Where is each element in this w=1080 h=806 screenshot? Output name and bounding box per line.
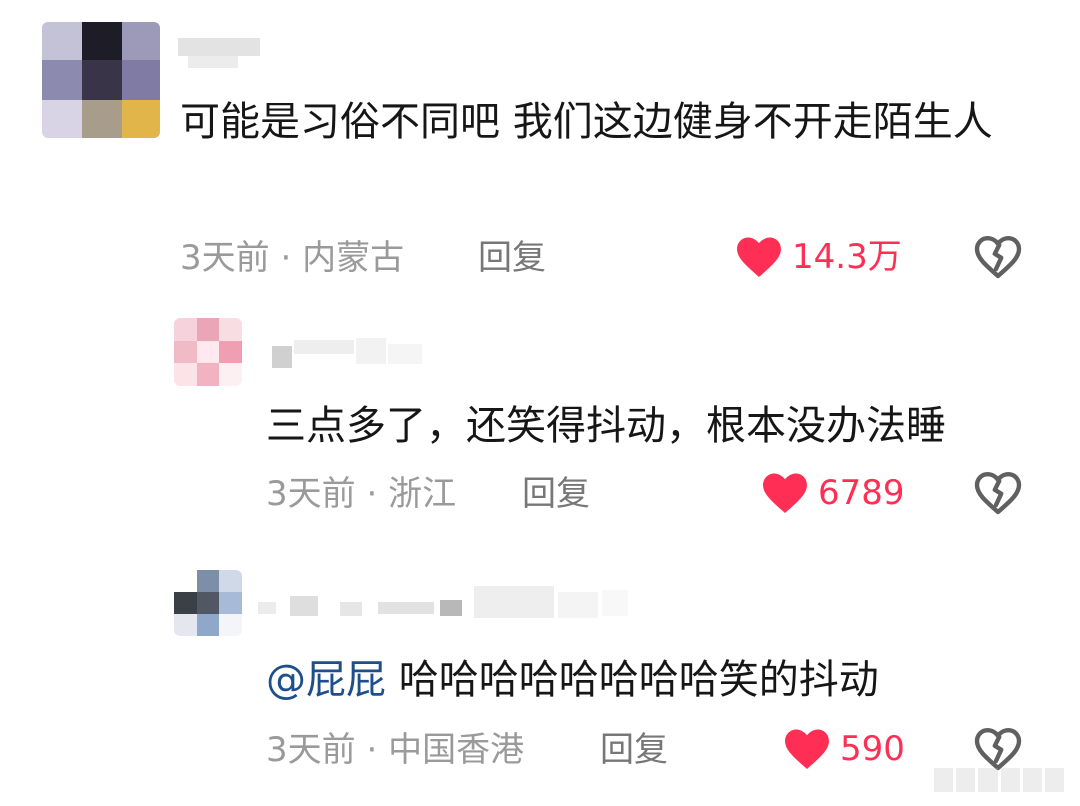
comment-body: 哈哈哈哈哈哈哈哈笑的抖动: [398, 657, 879, 703]
reply-button[interactable]: 回复: [600, 730, 668, 770]
reply-button[interactable]: 回复: [522, 474, 590, 514]
dislike-button[interactable]: [974, 470, 1022, 520]
comment-location: 中国香港: [388, 730, 525, 770]
like-count: 590: [840, 729, 905, 769]
broken-heart-icon: [974, 472, 1022, 515]
comment-text: 可能是习俗不同吧 我们这边健身不开走陌生人: [180, 99, 993, 145]
user-avatar[interactable]: [42, 22, 160, 138]
comment-meta: 3天前 · 浙江: [266, 474, 456, 514]
like-button[interactable]: 6789: [762, 472, 905, 514]
broken-heart-icon: [974, 728, 1022, 771]
comment-time: 3天前: [266, 730, 356, 770]
username-blurred[interactable]: [258, 586, 628, 620]
comment-meta: 3天前 · 中国香港: [266, 730, 524, 770]
like-count: 6789: [818, 473, 905, 513]
reply-button[interactable]: 回复: [478, 238, 546, 278]
comment-meta: 3天前 · 内蒙古: [180, 238, 404, 278]
dislike-button[interactable]: [974, 234, 1022, 284]
username-blurred[interactable]: [178, 38, 260, 72]
username-blurred[interactable]: [272, 338, 422, 372]
meta-separator: ·: [280, 238, 292, 278]
broken-heart-icon: [974, 236, 1022, 279]
comment-location: 浙江: [388, 474, 457, 514]
blurred-watermark: [934, 768, 1065, 792]
meta-separator: ·: [366, 474, 378, 514]
heart-icon: [785, 729, 829, 770]
comment-text: 三点多了，还笑得抖动，根本没办法睡: [266, 403, 946, 449]
comment-location: 内蒙古: [302, 238, 405, 278]
meta-separator: ·: [366, 730, 378, 770]
comment-time: 3天前: [180, 238, 270, 278]
heart-icon: [763, 473, 807, 514]
user-avatar[interactable]: [174, 318, 242, 386]
heart-icon: [737, 237, 781, 278]
like-button[interactable]: 14.3万: [736, 236, 902, 278]
like-count: 14.3万: [792, 237, 902, 277]
mention-link[interactable]: @屁屁: [266, 657, 386, 703]
comment-text: @屁屁 哈哈哈哈哈哈哈哈笑的抖动: [266, 648, 1056, 712]
like-button[interactable]: 590: [784, 728, 905, 770]
user-avatar[interactable]: [174, 570, 242, 636]
comment-time: 3天前: [266, 474, 356, 514]
